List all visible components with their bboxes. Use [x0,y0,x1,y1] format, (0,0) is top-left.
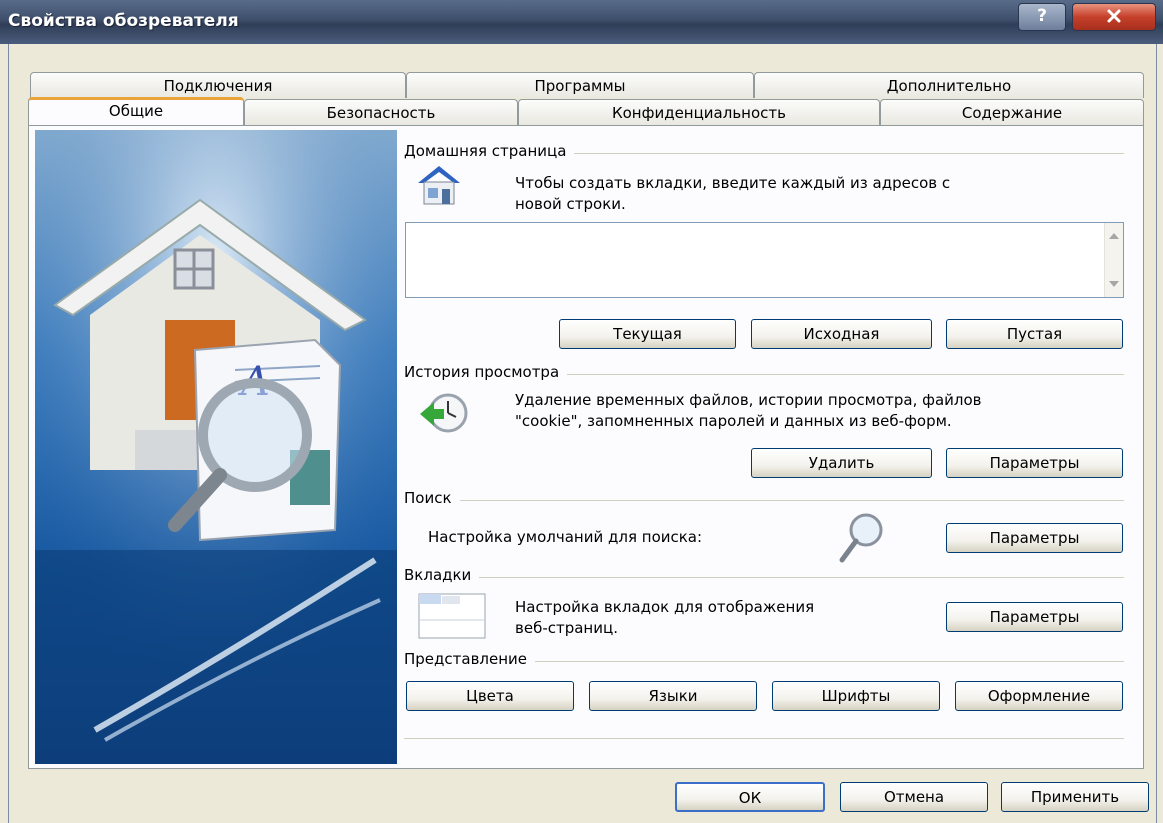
search-section-title: Поиск [404,489,460,507]
search-settings-button[interactable]: Параметры [946,523,1123,553]
title-bar: Свойства обозревателя ? [0,0,1163,44]
tabs-desc-line1: Настройка вкладок для отображения [515,598,815,616]
tabs-desc-line2: веб-страниц. [515,619,618,637]
search-rule [404,500,1124,501]
tabs-settings-button[interactable]: Параметры [946,602,1123,632]
tab-advanced[interactable]: Дополнительно [754,72,1144,98]
close-button[interactable] [1072,3,1156,31]
scroll-up-icon[interactable] [1109,233,1119,239]
tab-programs[interactable]: Программы [406,72,754,98]
cancel-button[interactable]: Отмена [840,782,988,812]
tab-security[interactable]: Безопасность [244,99,518,125]
close-icon [1107,9,1121,23]
scroll-down-icon[interactable] [1109,281,1119,287]
homepage-url-textarea[interactable] [405,222,1124,298]
colors-button[interactable]: Цвета [406,681,574,711]
window-title: Свойства обозревателя [8,11,239,31]
help-button[interactable]: ? [1018,3,1066,31]
home-desc-line1: Чтобы создать вкладки, введите каждый из… [515,174,951,192]
fonts-button[interactable]: Шрифты [772,681,940,711]
tabs-section-title: Вкладки [404,566,480,584]
accessibility-button[interactable]: Оформление [955,681,1123,711]
banner-image: A [35,130,397,764]
use-blank-button[interactable]: Пустая [946,319,1123,349]
use-default-button[interactable]: Исходная [751,319,932,349]
tab-privacy[interactable]: Конфиденциальность [518,99,880,125]
home-section-title: Домашняя страница [404,142,575,160]
languages-button[interactable]: Языки [589,681,757,711]
bottom-rule [404,738,1124,739]
tab-general[interactable]: Общие [28,97,244,125]
history-desc-line1: Удаление временных файлов, истории просм… [515,391,982,409]
tabs-window-icon [418,593,486,643]
apply-button[interactable]: Применить [1001,782,1149,812]
help-icon: ? [1037,6,1047,26]
tab-content[interactable]: Содержание [880,99,1144,125]
magnifier-icon [838,510,886,570]
search-desc: Настройка умолчаний для поиска: [428,528,703,546]
history-settings-button[interactable]: Параметры [946,448,1123,478]
home-desc-line2: новой строки. [515,195,626,213]
delete-history-button[interactable]: Удалить [751,448,932,478]
tab-connections[interactable]: Подключения [30,72,406,98]
use-current-button[interactable]: Текущая [559,319,736,349]
textarea-scrollbar[interactable] [1104,223,1123,297]
home-icon [414,163,464,211]
house-document-icon: A [35,130,397,764]
history-clock-icon [418,390,468,440]
history-desc-line2: "cookie", запомненных паролей и данных и… [515,412,952,430]
ok-button[interactable]: ОК [675,782,825,812]
tabs-rule [404,577,1124,578]
view-section-title: Представление [404,650,536,668]
history-section-title: История просмотра [404,363,568,381]
